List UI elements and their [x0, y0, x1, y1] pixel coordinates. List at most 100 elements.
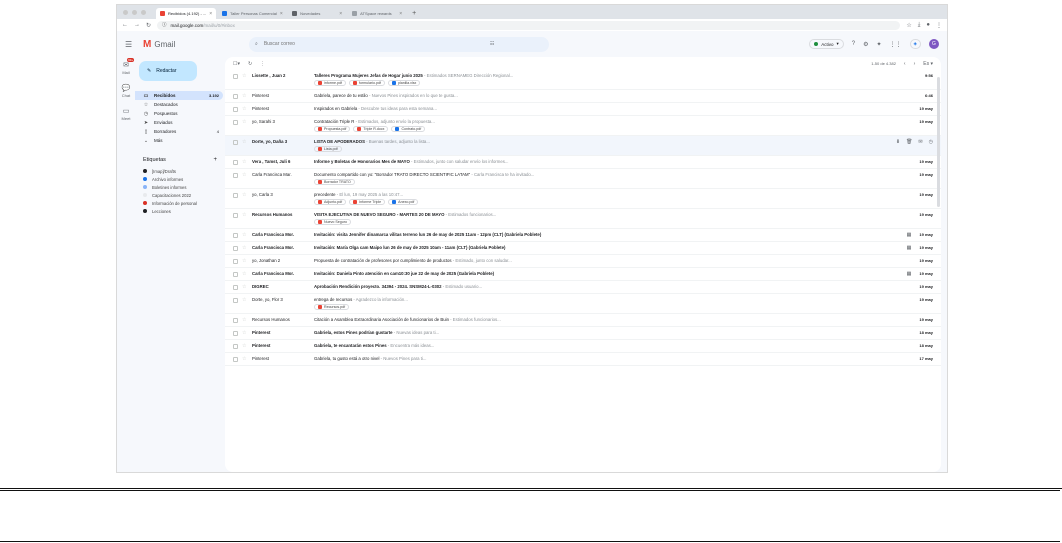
email-checkbox[interactable]	[233, 74, 238, 79]
email-checkbox[interactable]	[233, 259, 238, 264]
star-icon[interactable]: ☆	[242, 271, 248, 277]
profile-icon[interactable]: ●	[926, 22, 930, 28]
email-checkbox[interactable]	[233, 246, 238, 251]
email-row[interactable]: ☆ Pinterest Gabriela, parece de tu estilo …	[225, 90, 941, 103]
email-checkbox[interactable]	[233, 318, 238, 323]
previous-page-icon[interactable]: ‹	[904, 61, 906, 67]
reload-icon[interactable]: ↻	[146, 22, 151, 29]
sidebar-item[interactable]: ☆ Destacados	[135, 100, 223, 109]
browser-tab[interactable]: Recibidos (4.192) - ... ×	[156, 8, 217, 19]
help-icon[interactable]: ?	[852, 41, 855, 47]
download-icon[interactable]: ⤓	[918, 22, 921, 29]
new-tab-button[interactable]: +	[408, 8, 420, 19]
attachment-chip[interactable]: Contrato.pdf	[391, 126, 426, 132]
archive-icon[interactable]: ⬇	[896, 139, 900, 145]
label-item[interactable]: [Imap]/Drafts	[135, 167, 223, 175]
star-icon[interactable]: ☆	[242, 172, 248, 178]
browser-menu-icon[interactable]: ⋮	[936, 22, 942, 29]
calendar-icon[interactable]: ▦	[905, 232, 913, 238]
star-icon[interactable]: ☆	[242, 317, 248, 323]
email-checkbox[interactable]	[233, 213, 238, 218]
calendar-icon[interactable]: ▦	[905, 245, 913, 251]
site-info-icon[interactable]: ⓘ	[162, 22, 167, 28]
email-checkbox[interactable]	[233, 94, 238, 99]
search-input[interactable]	[263, 41, 484, 47]
email-checkbox[interactable]	[233, 298, 238, 303]
attachment-chip[interactable]: Triple R.docx	[353, 126, 389, 132]
attachment-chip[interactable]: Informe Triple	[349, 199, 386, 205]
scrollbar[interactable]	[937, 77, 940, 207]
email-checkbox[interactable]	[233, 173, 238, 178]
email-row[interactable]: ☆ yo, Jonathan 2 Propuesta de contratación…	[225, 255, 941, 268]
email-checkbox[interactable]	[233, 193, 238, 198]
attachment-chip[interactable]: formulario.pdf	[348, 80, 385, 86]
email-row[interactable]: ☆ Carla Francisca Mar. Documento compartid…	[225, 169, 941, 189]
sidebar-item[interactable]: ◷ Pospuestos	[135, 109, 223, 118]
star-icon[interactable]: ☆	[242, 139, 248, 145]
star-icon[interactable]: ☆	[242, 343, 248, 349]
email-row[interactable]: ☆ Pinterest Gabriela, tu gusto está a otro…	[225, 353, 941, 366]
browser-tab[interactable]: ATSpace rewards ×	[348, 8, 406, 19]
star-icon[interactable]: ☆	[242, 284, 248, 290]
star-icon[interactable]: ☆	[242, 356, 248, 362]
compose-button[interactable]: ✎ Redactar	[139, 61, 197, 81]
main-menu-icon[interactable]: ☰	[125, 40, 137, 49]
close-window-dot[interactable]	[123, 9, 128, 15]
email-row[interactable]: ☆ yo, Sarahi 3 Contratación Triple R - Est…	[225, 116, 941, 136]
email-row[interactable]: ☆ DIGREC Aprobación Rendición proyecto. 34…	[225, 281, 941, 294]
star-icon[interactable]: ☆	[242, 212, 248, 218]
email-row[interactable]: ☆ Dorte, yo, Flor 3 entrega de recursos - …	[225, 294, 941, 314]
email-row[interactable]: ☆ Pinterest Gabriela, te encantarán estos …	[225, 340, 941, 353]
email-row[interactable]: ☆ yo, Carla 3 precedente - El lun, 19 may …	[225, 189, 941, 209]
sidebar-item[interactable]: ⌄ Más	[135, 136, 223, 145]
email-checkbox[interactable]	[233, 120, 238, 125]
back-icon[interactable]: ←	[122, 22, 128, 28]
email-row[interactable]: ☆ Carla Francisca Mor. Invitación: visita …	[225, 229, 941, 242]
sidebar-item[interactable]: ➤ Enviados	[135, 118, 223, 127]
star-icon[interactable]: ☆	[242, 330, 248, 336]
label-item[interactable]: Información de personal	[135, 199, 223, 207]
star-icon[interactable]: ☆	[242, 73, 248, 79]
email-checkbox[interactable]	[233, 272, 238, 277]
email-checkbox[interactable]	[233, 357, 238, 362]
input-tools-icon[interactable]: Es ▾	[923, 61, 933, 67]
rail-item[interactable]: ▭ Meet	[122, 107, 131, 121]
snooze-icon[interactable]: ◷	[929, 139, 933, 145]
search-options-icon[interactable]: ☷	[490, 41, 494, 47]
window-controls[interactable]	[123, 5, 146, 19]
delete-icon[interactable]: 🗑	[906, 139, 912, 145]
settings-gear-icon[interactable]: ⚙	[863, 41, 868, 48]
email-row[interactable]: ☆ Dorte, yo, Daña 3 LISTA DE APODERADOS - …	[225, 136, 941, 156]
bookmark-star-icon[interactable]: ☆	[906, 22, 911, 29]
gemini-icon[interactable]: ✦	[877, 41, 882, 48]
email-checkbox[interactable]	[233, 160, 238, 165]
email-row[interactable]: ☆ Lissette , Juan 2 Talleres Programa Muje…	[225, 70, 941, 90]
rail-item[interactable]: 💬 Chat	[122, 84, 131, 98]
star-icon[interactable]: ☆	[242, 245, 248, 251]
next-page-icon[interactable]: ›	[914, 61, 916, 67]
address-bar[interactable]: ⓘ mail.google.com/mail/u/0/#inbox	[157, 20, 901, 30]
email-row[interactable]: ☆ Pinterest Gabriela, estos Pines podrían …	[225, 327, 941, 340]
star-icon[interactable]: ☆	[242, 232, 248, 238]
star-icon[interactable]: ☆	[242, 297, 248, 303]
account-avatar[interactable]: G	[929, 39, 939, 49]
attachment-chip[interactable]: Lista.pdf	[314, 146, 342, 152]
status-selector[interactable]: Activo ▾	[809, 39, 844, 49]
star-icon[interactable]: ☆	[242, 258, 248, 264]
minimize-window-dot[interactable]	[132, 9, 137, 15]
email-checkbox[interactable]	[233, 233, 238, 238]
label-item[interactable]: Archivo informes	[135, 175, 223, 183]
email-row[interactable]: ☆ Carla Francisca Mor. Invitación: María O…	[225, 242, 941, 255]
email-checkbox[interactable]	[233, 140, 238, 145]
close-tab-icon[interactable]: ×	[399, 11, 402, 17]
attachment-chip[interactable]: Borrador TRATO	[314, 179, 355, 185]
star-icon[interactable]: ☆	[242, 159, 248, 165]
attachment-chip[interactable]: Recursos.pdf	[314, 304, 350, 310]
label-item[interactable]: Capacitaciones 2022	[135, 191, 223, 199]
email-checkbox[interactable]	[233, 107, 238, 112]
email-checkbox[interactable]	[233, 344, 238, 349]
browser-tab[interactable]: Novedades ×	[288, 8, 346, 19]
search-icon[interactable]: ⌕	[255, 41, 258, 47]
close-tab-icon[interactable]: ×	[209, 11, 212, 17]
forward-icon[interactable]: →	[134, 22, 140, 28]
